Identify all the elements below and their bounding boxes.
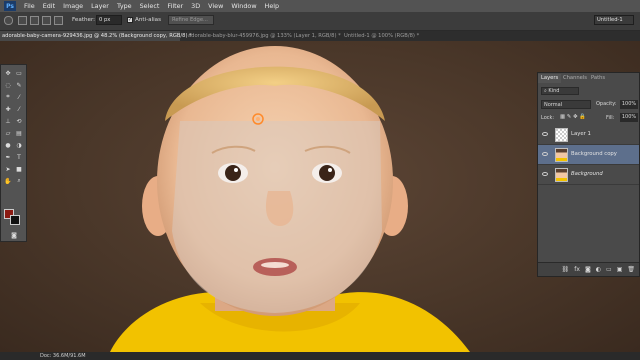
fx-icon[interactable]: fx — [574, 266, 580, 273]
filter-kind-select[interactable]: ⌕ Kind — [541, 87, 579, 95]
tab-layers[interactable]: Layers — [538, 74, 562, 83]
eye-icon[interactable] — [542, 132, 548, 136]
menu-view[interactable]: View — [208, 2, 223, 10]
kind-label: Kind — [548, 88, 560, 94]
workspace-select[interactable]: Untitled-1 — [594, 15, 634, 25]
layer-thumbnail — [555, 168, 568, 182]
menu-image[interactable]: Image — [63, 2, 83, 10]
subtract-selection-icon[interactable] — [42, 16, 51, 25]
menu-3d[interactable]: 3D — [191, 2, 200, 10]
tab-baby-blur[interactable]: adorable-baby-blur-459976.jpg @ 133% (La… — [186, 31, 341, 41]
feather-input[interactable]: 0 px — [96, 15, 122, 25]
healing-brush-icon[interactable]: ✚ — [4, 105, 12, 113]
status-bar: Doc: 36.6M/91.6M — [0, 352, 640, 360]
layer-name: Background copy — [571, 151, 617, 157]
eraser-tool-icon[interactable]: ▱ — [4, 129, 12, 137]
shape-tool-icon[interactable]: ■ — [15, 165, 23, 173]
layer-row-background-copy[interactable]: Background copy — [538, 145, 639, 165]
menu-filter[interactable]: Filter — [167, 2, 183, 10]
refine-edge-button[interactable]: Refine Edge... — [168, 15, 214, 25]
toolbox: ✥ ▭ ◌ ✎ ⌗ ⁄ ✚ ⁄ ⊥ ⟲ ▱ ▤ ● ◑ ✒ T ➤ ■ ✋ ⌕ … — [0, 64, 27, 242]
fill-label: Fill: — [606, 115, 615, 121]
layer-name: Background — [571, 171, 603, 177]
clone-stamp-icon[interactable]: ⊥ — [4, 117, 12, 125]
options-bar: Feather: 0 px ✓ Anti-alias Refine Edge..… — [0, 12, 640, 31]
eye-icon[interactable] — [542, 152, 548, 156]
new-selection-icon[interactable] — [18, 16, 27, 25]
photoshop-logo: Ps — [4, 1, 16, 11]
antialias-checkbox[interactable]: ✓ — [127, 17, 133, 23]
menu-file[interactable]: File — [24, 2, 35, 10]
dodge-tool-icon[interactable]: ◑ — [15, 141, 23, 149]
link-icon[interactable]: ⛓ — [562, 266, 570, 273]
layer-row-layer-1[interactable]: Layer 1 — [538, 125, 639, 145]
opacity-label: Opacity: — [596, 101, 617, 107]
tab-paths[interactable]: Paths — [588, 74, 608, 83]
lock-icons[interactable]: ▦ ✎ ✥ 🔒 — [560, 114, 586, 120]
blend-mode-select[interactable]: Normal — [541, 100, 591, 109]
layers-panel: Layers Channels Paths ⌕ Kind Normal Opac… — [537, 72, 640, 277]
new-layer-icon[interactable]: ▣ — [617, 266, 623, 273]
blur-tool-icon[interactable]: ● — [4, 141, 12, 149]
layer-row-background[interactable]: Background — [538, 165, 639, 185]
folder-icon[interactable]: ▭ — [606, 266, 612, 273]
menu-bar: Ps File Edit Image Layer Type Select Fil… — [0, 0, 640, 12]
intersect-selection-icon[interactable] — [54, 16, 63, 25]
eye-icon[interactable] — [542, 172, 548, 176]
lasso-tool-icon[interactable]: ◌ — [4, 81, 12, 89]
tab-untitled[interactable]: Untitled-1 @ 100% (RGB/8) * — [342, 31, 440, 41]
adjustment-icon[interactable]: ◐ — [596, 266, 601, 273]
feather-label: Feather: — [72, 17, 96, 23]
doc-size: Doc: 36.6M/91.6M — [40, 353, 86, 359]
pen-tool-icon[interactable]: ✒ — [4, 153, 12, 161]
lock-label: Lock: — [541, 115, 555, 121]
add-selection-icon[interactable] — [30, 16, 39, 25]
quick-mask-icon[interactable]: ◙ — [10, 231, 18, 239]
marquee-tool-icon[interactable]: ▭ — [15, 69, 23, 77]
quick-select-tool-icon[interactable]: ✎ — [15, 81, 23, 89]
path-select-icon[interactable]: ➤ — [4, 165, 12, 173]
menu-layer[interactable]: Layer — [91, 2, 109, 10]
search-icon: ⌕ — [544, 88, 547, 94]
menu-help[interactable]: Help — [265, 2, 280, 10]
mask-icon[interactable]: ◙ — [585, 266, 591, 273]
layer-thumbnail — [555, 148, 568, 162]
antialias-label: Anti-alias — [135, 17, 162, 23]
fill-input[interactable]: 100% — [620, 113, 638, 122]
menu-window[interactable]: Window — [231, 2, 256, 10]
hand-tool-icon[interactable]: ✋ — [4, 177, 12, 185]
type-tool-icon[interactable]: T — [15, 153, 23, 161]
trash-icon[interactable]: 🗑 — [627, 266, 635, 273]
layer-name: Layer 1 — [571, 131, 591, 137]
tab-channels[interactable]: Channels — [560, 74, 590, 83]
zoom-tool-icon[interactable]: ⌕ — [15, 177, 23, 185]
history-brush-icon[interactable]: ⟲ — [15, 117, 23, 125]
menu-select[interactable]: Select — [140, 2, 160, 10]
opacity-input[interactable]: 100% — [620, 100, 638, 109]
move-tool-icon[interactable]: ✥ — [4, 69, 12, 77]
layers-footer: ⛓ fx ◙ ◐ ▭ ▣ 🗑 — [538, 262, 639, 276]
layer-thumbnail — [555, 128, 568, 142]
brush-tool-icon[interactable]: ⁄ — [15, 105, 23, 113]
background-color-swatch[interactable] — [10, 215, 20, 225]
lasso-tool-preset-icon[interactable] — [4, 16, 13, 25]
document-tab-bar: adorable-baby-camera-929436.jpg @ 48.2% … — [0, 31, 640, 41]
menu-type[interactable]: Type — [117, 2, 132, 10]
eyedropper-tool-icon[interactable]: ⁄ — [15, 93, 23, 101]
tab-baby-camera[interactable]: adorable-baby-camera-929436.jpg @ 48.2% … — [0, 31, 192, 41]
menu-edit[interactable]: Edit — [43, 2, 55, 10]
crop-tool-icon[interactable]: ⌗ — [4, 93, 12, 101]
gradient-tool-icon[interactable]: ▤ — [15, 129, 23, 137]
